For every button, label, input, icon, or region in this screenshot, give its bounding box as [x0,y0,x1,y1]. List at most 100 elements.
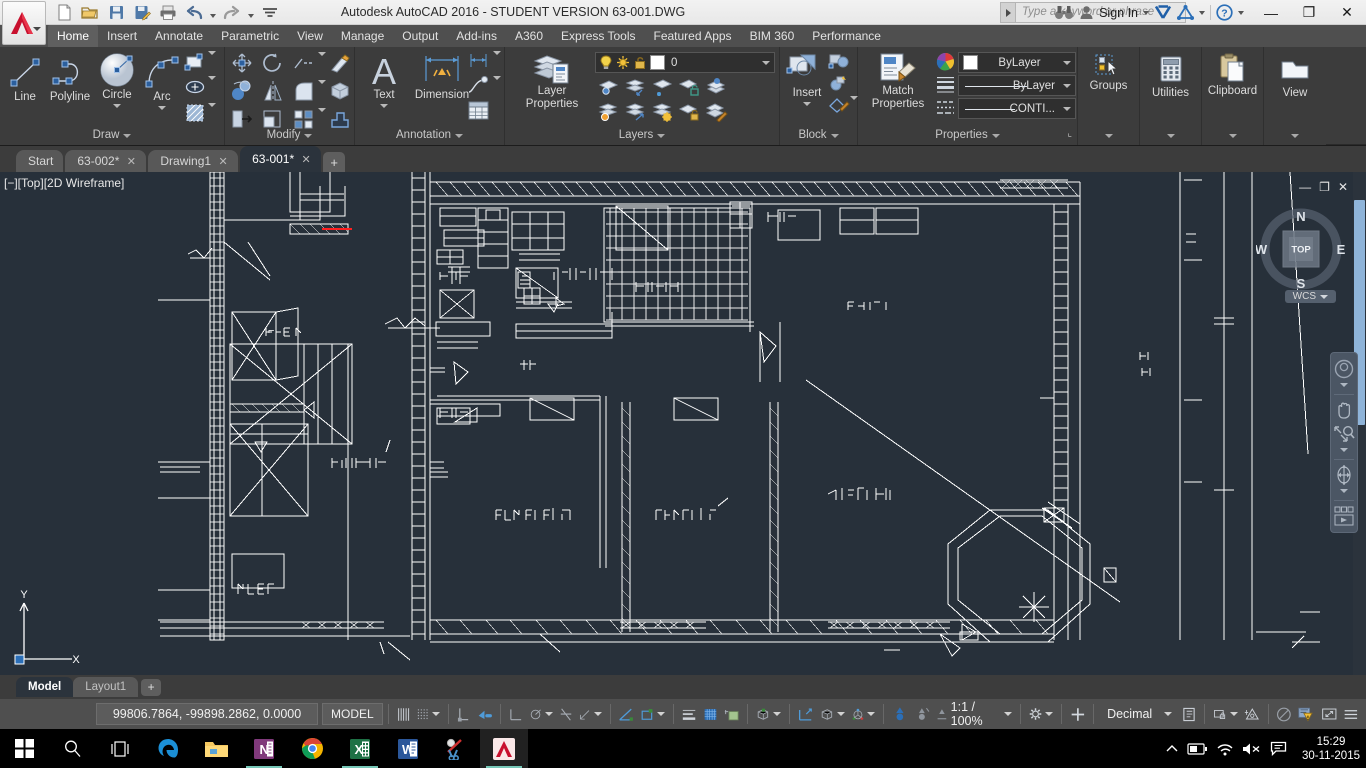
ribbon-tab-view[interactable]: View [288,25,332,47]
osnap-dropdown-icon[interactable] [657,712,665,716]
document-tab-drawing1[interactable]: Drawing1✕ [148,150,238,172]
object-color-combo[interactable]: ByLayer [958,52,1076,73]
linetype-combo[interactable]: CONTI... [958,98,1076,119]
grid-display-toggle[interactable] [394,701,414,727]
snipping-tool-icon[interactable] [432,729,480,768]
coordinate-display[interactable]: 99806.7864, -99898.2862, 0.0000 [96,703,318,725]
view-window-icon[interactable] [1280,59,1310,81]
question-mark-help-icon[interactable]: ? [1216,4,1233,21]
draw-arc-dropdown-icon[interactable] [158,106,166,110]
object-snap-toggle[interactable] [615,701,637,727]
document-tab-start[interactable]: Start [16,150,63,172]
modify-move-button[interactable] [230,52,256,76]
draw-ellipse-dropdown-icon[interactable] [208,80,216,98]
ribbon-tab-bim-360[interactable]: BIM 360 [741,25,804,47]
ribbon-tab-home[interactable]: Home [48,25,98,47]
viewport-config-label[interactable]: [−][Top][2D Wireframe] [4,176,124,190]
workspace-dropdown-icon[interactable] [1045,712,1053,716]
ribbon-panel-utilities-expand[interactable] [1140,126,1201,145]
redo-dropdown-icon[interactable] [246,1,256,24]
define-attributes-dropdown-icon[interactable] [850,100,858,118]
document-tab-close-icon[interactable]: ✕ [301,153,311,166]
sign-in-dropdown-icon[interactable] [1143,11,1149,15]
layer-turn-all-on-button[interactable] [624,102,648,124]
object-color-swatch[interactable] [963,55,978,70]
ribbon-tab-insert[interactable]: Insert [98,25,146,47]
layer-unlock-all-button[interactable] [678,77,702,99]
dynamic-ucs-toggle[interactable] [795,701,817,727]
layer-lock-button[interactable] [678,102,702,124]
binoculars-icon[interactable] [1054,5,1074,20]
chrome-icon[interactable] [288,729,336,768]
undo-icon[interactable] [182,1,206,24]
layer-freeze-button[interactable] [651,102,675,124]
draw-rectangle-button[interactable] [184,52,208,74]
annotation-text-dropdown-icon[interactable] [380,104,388,108]
selection-filtering-toggle[interactable] [817,701,848,727]
ribbon-tab-annotate[interactable]: Annotate [146,25,212,47]
draw-line-button[interactable]: Line [4,53,46,104]
window-close-button[interactable]: ✕ [1328,0,1366,25]
ribbon-panel-block-title[interactable]: Block [780,126,857,145]
pan-hand-icon[interactable] [1332,399,1356,421]
snap-mode-toggle[interactable] [414,701,443,727]
layer-make-current-button[interactable] [597,77,621,99]
layer-unlock-icon[interactable] [633,55,647,70]
isometric-drafting-toggle[interactable] [556,701,576,727]
taskbar-clock[interactable]: 15:29 30-11-2015 [1296,735,1360,763]
insert-block-button[interactable]: Insert [782,51,832,106]
steering-wheel-icon[interactable] [1332,358,1356,380]
ortho-mode-toggle[interactable] [506,701,526,727]
start-windows-icon[interactable] [0,729,48,768]
undo-dropdown-icon[interactable] [208,1,218,24]
infer-constraints-toggle[interactable] [454,701,474,727]
search-magnifier-icon[interactable] [48,729,96,768]
annotation-scale-selector[interactable]: 1:1 / 100% [933,701,1015,727]
transparency-display-toggle[interactable] [700,701,721,727]
volume-muted-icon[interactable] [1242,742,1261,756]
edge-browser-icon[interactable] [144,729,192,768]
selection-filter-dropdown-icon[interactable] [837,712,845,716]
current-layer-dropdown-icon[interactable] [758,53,774,72]
groups-icon[interactable] [1094,53,1124,77]
units-indicator[interactable]: Decimal [1099,701,1173,727]
draw-polyline-button[interactable]: Polyline [46,53,94,104]
ribbon-panel-groups-expand[interactable] [1078,126,1139,145]
ucs-selector[interactable]: WCS [1285,290,1336,303]
save-icon[interactable] [104,1,128,24]
color-wheel-button[interactable] [936,52,956,72]
draw-ellipse-button[interactable] [184,77,208,99]
viewport-minimize-icon[interactable]: — [1299,180,1311,194]
share-dropdown-icon[interactable] [1199,11,1205,15]
gizmo-dropdown-icon[interactable] [867,712,875,716]
draw-arc-button[interactable]: Arc [140,53,184,110]
open-folder-icon[interactable] [78,1,102,24]
modify-trim-button[interactable] [292,52,318,76]
ribbon-panel-layers-title[interactable]: Layers [505,126,779,145]
document-tab-close-icon[interactable]: ✕ [126,155,136,168]
object-color-dropdown-icon[interactable] [1059,53,1075,72]
action-center-icon[interactable] [1270,741,1287,756]
calculator-utilities-icon[interactable] [1158,55,1184,83]
modify-fillet-button[interactable] [292,80,318,104]
layer-change-to-current-button[interactable] [705,102,729,124]
excel-icon[interactable]: X [336,729,384,768]
modify-erase-button[interactable] [329,52,353,76]
modify-array-dropdown-icon[interactable] [318,112,326,130]
save-as-icon[interactable] [130,1,154,24]
ribbon-tab-parametric[interactable]: Parametric [212,25,288,47]
modify-explode-button[interactable] [329,108,353,132]
layout-tab-model[interactable]: Model [16,677,73,697]
window-minimize-button[interactable]: — [1252,0,1290,25]
zoom-extents-icon[interactable] [1332,423,1356,445]
annotation-visibility-toggle[interactable] [889,701,911,727]
ribbon-tab-featured-apps[interactable]: Featured Apps [645,25,741,47]
customize-qat-icon[interactable] [258,1,282,24]
lineweight-display-toggle[interactable] [679,701,700,727]
view-cube[interactable]: TOP N E S W [1256,204,1346,294]
word-icon[interactable]: W [384,729,432,768]
dialog-launcher-arrow-icon[interactable]: ⌞ [1067,124,1072,143]
object-snap-settings[interactable] [637,701,668,727]
viewport-close-icon[interactable]: ✕ [1338,180,1348,194]
layer-previous-button[interactable] [705,77,729,99]
